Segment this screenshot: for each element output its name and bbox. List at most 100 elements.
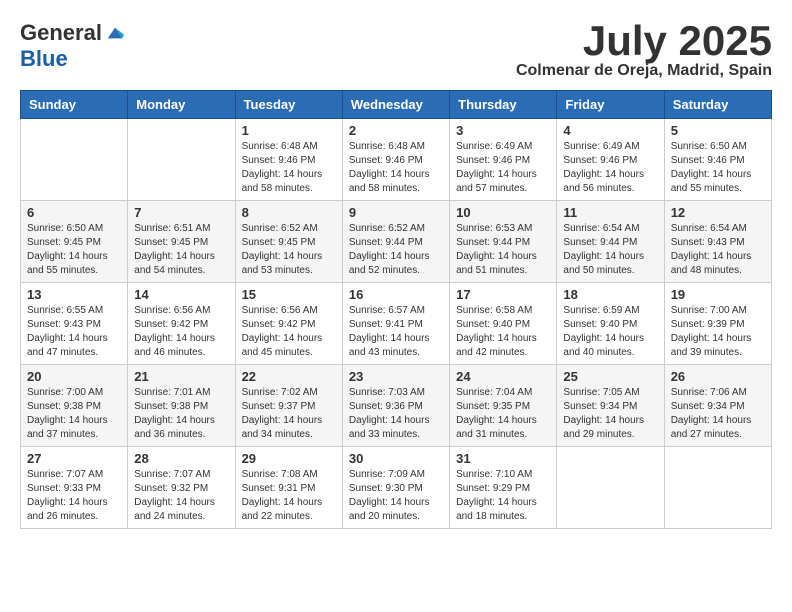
calendar-cell: 13 Sunrise: 6:55 AM Sunset: 9:43 PM Dayli… — [21, 283, 128, 365]
day-number: 20 — [27, 369, 121, 384]
day-number: 13 — [27, 287, 121, 302]
col-sunday: Sunday — [21, 91, 128, 119]
day-number: 16 — [349, 287, 443, 302]
calendar-cell: 2 Sunrise: 6:48 AM Sunset: 9:46 PM Daylig… — [342, 119, 449, 201]
day-number: 11 — [563, 205, 657, 220]
calendar-cell: 24Sunrise: 7:04 AM Sunset: 9:35 PM Dayli… — [450, 365, 557, 447]
day-number: 27 — [27, 451, 121, 466]
day-info: Sunrise: 6:55 AM Sunset: 9:43 PM Dayligh… — [27, 304, 121, 360]
day-number: 21 — [134, 369, 228, 384]
day-info: Sunrise: 6:57 AM Sunset: 9:41 PM Dayligh… — [349, 304, 443, 360]
day-info: Sunrise: 7:10 AM Sunset: 9:29 PM Dayligh… — [456, 468, 550, 524]
calendar-cell: 21 Sunrise: 7:01 AM Sunset: 9:38 PM Dayli… — [128, 365, 235, 447]
day-info: Sunrise: 6:54 AM Sunset: 9:43 PM Dayligh… — [671, 222, 765, 278]
calendar-cell: 10Sunrise: 6:53 AM Sunset: 9:44 PM Dayli… — [450, 201, 557, 283]
title-section: July 2025 Colmenar de Oreja, Madrid, Spa… — [516, 20, 772, 80]
day-info: Sunrise: 7:09 AM Sunset: 9:30 PM Dayligh… — [349, 468, 443, 524]
col-saturday: Saturday — [664, 91, 771, 119]
calendar-cell: 14 Sunrise: 6:56 AM Sunset: 9:42 PM Dayli… — [128, 283, 235, 365]
day-info: Sunrise: 6:49 AM Sunset: 9:46 PM Dayligh… — [456, 140, 550, 196]
calendar-week-1: 1 Sunrise: 6:48 AM Sunset: 9:46 PM Daylig… — [21, 119, 772, 201]
day-number: 1 — [242, 123, 336, 138]
day-info: Sunrise: 7:06 AM Sunset: 9:34 PM Dayligh… — [671, 386, 765, 442]
day-number: 4 — [563, 123, 657, 138]
day-info: Sunrise: 7:05 AM Sunset: 9:34 PM Dayligh… — [563, 386, 657, 442]
calendar-cell: 11 Sunrise: 6:54 AM Sunset: 9:44 PM Dayli… — [557, 201, 664, 283]
day-info: Sunrise: 6:59 AM Sunset: 9:40 PM Dayligh… — [563, 304, 657, 360]
day-number: 2 — [349, 123, 443, 138]
month-title: July 2025 — [516, 20, 772, 62]
day-number: 22 — [242, 369, 336, 384]
calendar-cell: 23 Sunrise: 7:03 AM Sunset: 9:36 PM Dayli… — [342, 365, 449, 447]
calendar-table: Sunday Monday Tuesday Wednesday Thursday… — [20, 90, 772, 529]
day-number: 6 — [27, 205, 121, 220]
day-number: 12 — [671, 205, 765, 220]
day-info: Sunrise: 7:07 AM Sunset: 9:33 PM Dayligh… — [27, 468, 121, 524]
calendar-cell: 16 Sunrise: 6:57 AM Sunset: 9:41 PM Dayli… — [342, 283, 449, 365]
calendar-cell: 8Sunrise: 6:52 AM Sunset: 9:45 PM Daylig… — [235, 201, 342, 283]
day-info: Sunrise: 7:00 AM Sunset: 9:39 PM Dayligh… — [671, 304, 765, 360]
day-info: Sunrise: 6:48 AM Sunset: 9:46 PM Dayligh… — [349, 140, 443, 196]
location-subtitle: Colmenar de Oreja, Madrid, Spain — [516, 62, 772, 80]
day-number: 7 — [134, 205, 228, 220]
calendar-cell: 18 Sunrise: 6:59 AM Sunset: 9:40 PM Dayli… — [557, 283, 664, 365]
day-info: Sunrise: 6:56 AM Sunset: 9:42 PM Dayligh… — [134, 304, 228, 360]
day-info: Sunrise: 7:02 AM Sunset: 9:37 PM Dayligh… — [242, 386, 336, 442]
day-info: Sunrise: 7:08 AM Sunset: 9:31 PM Dayligh… — [242, 468, 336, 524]
calendar-cell: 15 Sunrise: 6:56 AM Sunset: 9:42 PM Dayli… — [235, 283, 342, 365]
calendar-week-5: 27 Sunrise: 7:07 AM Sunset: 9:33 PM Dayli… — [21, 447, 772, 529]
calendar-cell: 27 Sunrise: 7:07 AM Sunset: 9:33 PM Dayli… — [21, 447, 128, 529]
day-info: Sunrise: 6:50 AM Sunset: 9:46 PM Dayligh… — [671, 140, 765, 196]
calendar-cell: 7 Sunrise: 6:51 AM Sunset: 9:45 PM Daylig… — [128, 201, 235, 283]
col-friday: Friday — [557, 91, 664, 119]
calendar-cell: 22 Sunrise: 7:02 AM Sunset: 9:37 PM Dayli… — [235, 365, 342, 447]
day-info: Sunrise: 6:48 AM Sunset: 9:46 PM Dayligh… — [242, 140, 336, 196]
day-number: 19 — [671, 287, 765, 302]
day-info: Sunrise: 7:01 AM Sunset: 9:38 PM Dayligh… — [134, 386, 228, 442]
calendar-week-2: 6 Sunrise: 6:50 AM Sunset: 9:45 PM Daylig… — [21, 201, 772, 283]
day-number: 14 — [134, 287, 228, 302]
col-monday: Monday — [128, 91, 235, 119]
day-number: 30 — [349, 451, 443, 466]
calendar-cell: 5 Sunrise: 6:50 AM Sunset: 9:46 PM Daylig… — [664, 119, 771, 201]
day-number: 24 — [456, 369, 550, 384]
col-thursday: Thursday — [450, 91, 557, 119]
calendar-cell: 17Sunrise: 6:58 AM Sunset: 9:40 PM Dayli… — [450, 283, 557, 365]
calendar-cell: 9Sunrise: 6:52 AM Sunset: 9:44 PM Daylig… — [342, 201, 449, 283]
day-number: 8 — [242, 205, 336, 220]
logo-general-text: General — [20, 20, 102, 46]
logo: General Blue — [20, 20, 124, 72]
calendar-cell: 12 Sunrise: 6:54 AM Sunset: 9:43 PM Dayli… — [664, 201, 771, 283]
calendar-cell: 25Sunrise: 7:05 AM Sunset: 9:34 PM Dayli… — [557, 365, 664, 447]
calendar-cell: 20 Sunrise: 7:00 AM Sunset: 9:38 PM Dayli… — [21, 365, 128, 447]
calendar-cell: 4 Sunrise: 6:49 AM Sunset: 9:46 PM Daylig… — [557, 119, 664, 201]
calendar-cell: 26 Sunrise: 7:06 AM Sunset: 9:34 PM Dayli… — [664, 365, 771, 447]
day-info: Sunrise: 6:56 AM Sunset: 9:42 PM Dayligh… — [242, 304, 336, 360]
calendar-week-4: 20 Sunrise: 7:00 AM Sunset: 9:38 PM Dayli… — [21, 365, 772, 447]
day-number: 26 — [671, 369, 765, 384]
col-wednesday: Wednesday — [342, 91, 449, 119]
col-tuesday: Tuesday — [235, 91, 342, 119]
page-header: General Blue July 2025 Colmenar de Oreja… — [20, 20, 772, 80]
day-info: Sunrise: 7:03 AM Sunset: 9:36 PM Dayligh… — [349, 386, 443, 442]
day-number: 23 — [349, 369, 443, 384]
day-number: 31 — [456, 451, 550, 466]
day-info: Sunrise: 6:58 AM Sunset: 9:40 PM Dayligh… — [456, 304, 550, 360]
day-number: 15 — [242, 287, 336, 302]
calendar-cell — [21, 119, 128, 201]
calendar-cell: 30 Sunrise: 7:09 AM Sunset: 9:30 PM Dayli… — [342, 447, 449, 529]
day-number: 18 — [563, 287, 657, 302]
day-number: 29 — [242, 451, 336, 466]
logo-blue-text: Blue — [20, 46, 68, 72]
day-info: Sunrise: 6:50 AM Sunset: 9:45 PM Dayligh… — [27, 222, 121, 278]
day-info: Sunrise: 6:49 AM Sunset: 9:46 PM Dayligh… — [563, 140, 657, 196]
calendar-cell: 1 Sunrise: 6:48 AM Sunset: 9:46 PM Daylig… — [235, 119, 342, 201]
calendar-cell: 28Sunrise: 7:07 AM Sunset: 9:32 PM Dayli… — [128, 447, 235, 529]
calendar-cell: 3Sunrise: 6:49 AM Sunset: 9:46 PM Daylig… — [450, 119, 557, 201]
day-number: 5 — [671, 123, 765, 138]
day-info: Sunrise: 6:51 AM Sunset: 9:45 PM Dayligh… — [134, 222, 228, 278]
day-info: Sunrise: 7:00 AM Sunset: 9:38 PM Dayligh… — [27, 386, 121, 442]
calendar-header-row: Sunday Monday Tuesday Wednesday Thursday… — [21, 91, 772, 119]
day-info: Sunrise: 6:53 AM Sunset: 9:44 PM Dayligh… — [456, 222, 550, 278]
day-info: Sunrise: 6:54 AM Sunset: 9:44 PM Dayligh… — [563, 222, 657, 278]
